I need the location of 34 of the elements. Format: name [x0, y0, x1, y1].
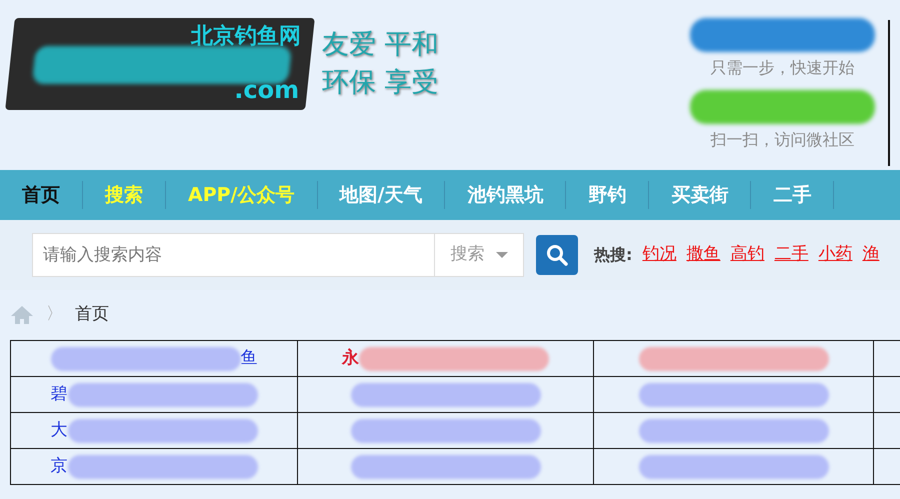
nav-tab[interactable]: 首页: [0, 181, 83, 209]
logo-title: 北京钓鱼网: [190, 23, 301, 51]
search-field[interactable]: 请输入搜索内容: [32, 233, 434, 277]
link-text[interactable]: 大: [50, 418, 68, 444]
logo-domain: .com: [234, 75, 300, 106]
caption-text: 只需一步，快速开始: [710, 57, 856, 79]
caret-icon: [496, 250, 508, 259]
breadcrumb-item: 首页: [75, 303, 109, 326]
nav-tab[interactable]: 地图/天气: [318, 181, 446, 209]
hot-search-link[interactable]: 二手: [774, 242, 808, 268]
hot-search-link[interactable]: 渔: [862, 242, 880, 268]
nav-tab[interactable]: 买卖街: [649, 181, 752, 209]
hot-search-link[interactable]: 撒鱼: [686, 242, 720, 268]
nav-tab[interactable]: APP/公众号: [166, 181, 318, 209]
search-button[interactable]: [536, 235, 578, 275]
hot-search-link[interactable]: 小药: [818, 242, 852, 268]
nav-tab[interactable]: 野钓: [566, 181, 650, 209]
nav-tab[interactable]: 池钓黑坑: [445, 181, 566, 209]
slogan-text: 环保 享受: [322, 66, 439, 100]
link-text[interactable]: 京: [50, 454, 68, 480]
slogan-text: 友爱 平和: [322, 28, 439, 62]
nav-tab[interactable]: 二手: [751, 181, 834, 209]
hot-search-link[interactable]: 高钓: [730, 242, 764, 268]
hot-search-link[interactable]: 钓况: [642, 242, 676, 268]
logo[interactable]: 北京钓鱼网 .com: [5, 18, 315, 110]
breadcrumb-separator: 〉: [46, 303, 63, 326]
link-text[interactable]: 永: [342, 346, 359, 372]
caption-text: 扫一扫，访问微社区: [710, 129, 856, 151]
scope-dropdown[interactable]: 搜索: [434, 233, 524, 277]
nav-tab[interactable]: 搜索: [83, 181, 166, 209]
link-text[interactable]: 碧: [50, 382, 68, 408]
hot-search-label: 热搜:: [594, 244, 632, 266]
search-icon: [546, 244, 568, 266]
link-text[interactable]: 鱼: [240, 346, 258, 372]
